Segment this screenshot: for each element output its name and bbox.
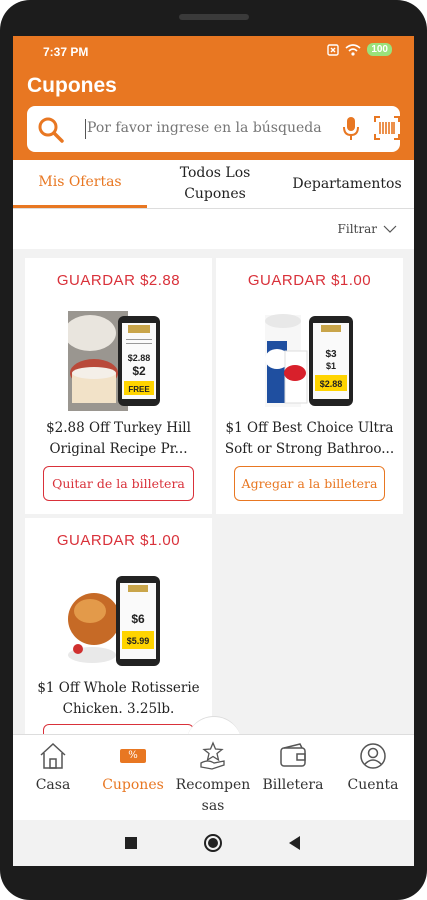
- coupon-card[interactable]: GUARDAR $2.88 $2.88 $2 FREE $2.88 Off Tu…: [25, 258, 212, 514]
- coupon-savings: GUARDAR $1.00: [247, 272, 372, 289]
- tab-todos-los-cupones[interactable]: Todos Los Cupones: [153, 160, 277, 208]
- nav-cupones[interactable]: % Cupones: [93, 735, 173, 821]
- home-button-icon[interactable]: [204, 834, 222, 852]
- page-title: Cupones: [27, 74, 117, 97]
- filter-label: Filtrar: [337, 222, 377, 236]
- coupon-badge: %: [128, 750, 138, 761]
- coupon-description: $1 Off Best Choice Ultra Soft or Strong …: [224, 420, 395, 457]
- svg-text:FREE: FREE: [128, 385, 150, 394]
- nav-label: Casa: [35, 777, 71, 793]
- filter-row: Filtrar: [13, 209, 414, 249]
- coupon-card[interactable]: GUARDAR $1.00 $6 $5.99 $1 Off Whole Roti…: [25, 518, 212, 759]
- nav-label: Cuenta: [347, 777, 399, 793]
- svg-text:$2.88: $2.88: [128, 353, 151, 363]
- tab-label: Todos Los Cupones: [179, 165, 251, 202]
- microphone-icon[interactable]: [343, 116, 359, 142]
- app-header: 7:37 PM 100 Cupones: [13, 36, 414, 160]
- coupon-card[interactable]: GUARDAR $1.00 $3 $1 $2.88 $1 Off Best Ch…: [216, 258, 403, 514]
- coupon-savings: GUARDAR $1.00: [56, 532, 181, 549]
- coupon-image: $6 $5.99: [68, 571, 168, 671]
- status-bar: 7:37 PM 100: [13, 36, 414, 66]
- recent-apps-icon[interactable]: [125, 837, 137, 849]
- nav-label: Recompensas: [175, 777, 251, 814]
- svg-text:$2: $2: [132, 364, 146, 378]
- battery-indicator: 100: [367, 43, 392, 56]
- nav-cuenta[interactable]: Cuenta: [333, 735, 413, 821]
- coupon-icon: %: [120, 749, 146, 763]
- tab-bar: Mis Ofertas Todos Los Cupones Departamen…: [13, 160, 414, 209]
- nav-label: Billetera: [262, 777, 324, 793]
- tab-label: Mis Ofertas: [38, 174, 122, 190]
- nav-billetera[interactable]: Billetera: [253, 735, 333, 821]
- search-bar[interactable]: [27, 106, 400, 152]
- app-screen: 7:37 PM 100 Cupones Mis Ofertas Todos Lo…: [13, 36, 414, 866]
- system-navigation: [13, 820, 414, 866]
- back-icon[interactable]: [289, 836, 301, 850]
- text-cursor: [85, 119, 86, 139]
- wifi-icon: [345, 43, 361, 56]
- status-time: 7:37 PM: [43, 45, 89, 59]
- close-box-icon: [327, 43, 340, 56]
- search-input[interactable]: [87, 120, 337, 136]
- coupon-image: $3 $1 $2.88: [261, 311, 361, 411]
- svg-text:$2.88: $2.88: [320, 379, 343, 389]
- phone-frame: 7:37 PM 100 Cupones Mis Ofertas Todos Lo…: [0, 0, 427, 900]
- tab-label: Departamentos: [292, 175, 402, 192]
- account-icon: [360, 743, 386, 769]
- nav-casa[interactable]: Casa: [13, 735, 93, 821]
- status-icons: 100: [327, 43, 392, 56]
- svg-text:$5.99: $5.99: [127, 636, 150, 646]
- chevron-down-icon: [383, 225, 397, 233]
- coupon-description: $2.88 Off Turkey Hill Original Recipe Pr…: [46, 420, 191, 457]
- svg-text:$3: $3: [325, 349, 337, 360]
- coupon-image: $2.88 $2 FREE: [68, 311, 168, 411]
- speaker-grille: [179, 14, 249, 20]
- coupon-description: $1 Off Whole Rotisserie Chicken. 3.25lb.: [37, 680, 200, 717]
- add-to-wallet-button[interactable]: Agregar a la billetera: [234, 466, 385, 501]
- rewards-icon: [200, 741, 225, 770]
- nav-recompensas[interactable]: Recompensas: [173, 735, 253, 821]
- tab-departamentos[interactable]: Departamentos: [291, 160, 403, 208]
- remove-from-wallet-button[interactable]: Quitar de la billetera: [43, 466, 194, 501]
- home-icon: [40, 742, 66, 769]
- barcode-scan-icon[interactable]: [374, 116, 400, 140]
- nav-label: Cupones: [102, 777, 164, 793]
- wallet-icon: [280, 743, 306, 767]
- tab-mis-ofertas[interactable]: Mis Ofertas: [13, 160, 147, 208]
- coupon-savings: GUARDAR $2.88: [56, 272, 181, 289]
- filter-button[interactable]: Filtrar: [338, 222, 397, 236]
- svg-text:$6: $6: [131, 612, 145, 626]
- svg-text:$1: $1: [326, 361, 336, 371]
- search-icon[interactable]: [37, 116, 65, 144]
- bottom-navigation: Casa % Cupones Recompensas Billetera Cue…: [13, 734, 414, 821]
